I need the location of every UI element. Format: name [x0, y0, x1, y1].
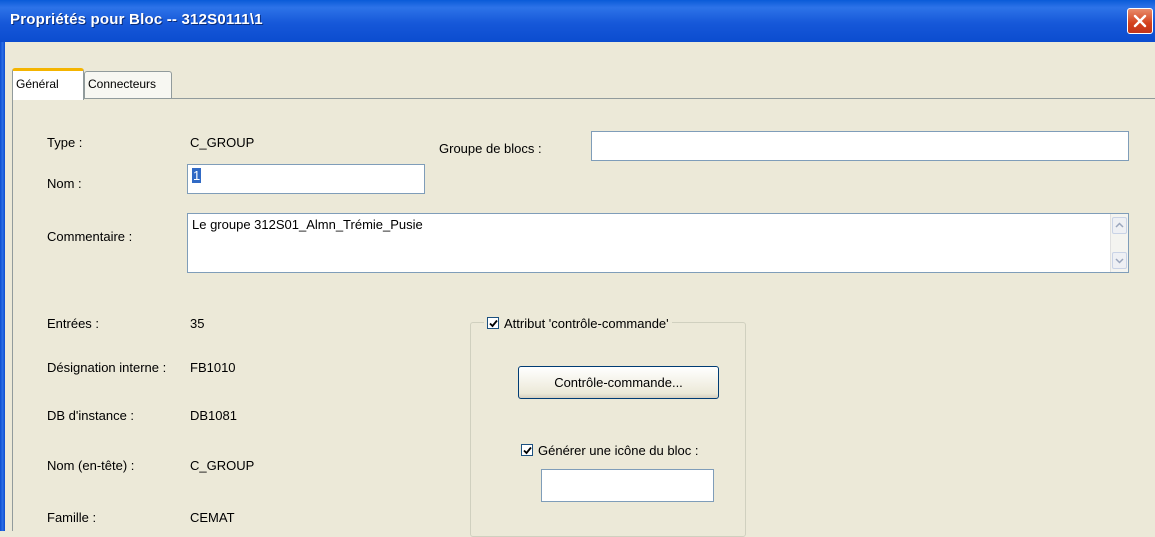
window-title: Propriétés pour Bloc -- 312S0111\1 [10, 11, 263, 28]
nom-entete-value: C_GROUP [190, 458, 255, 473]
icone-input[interactable] [541, 469, 714, 502]
tab-general[interactable]: Général [12, 68, 84, 100]
db-instance-label: DB d'instance : [47, 408, 135, 423]
db-instance-value: DB1081 [190, 408, 237, 423]
groupe-label: Groupe de blocs : [439, 141, 542, 156]
attribut-cc-checkbox-row[interactable]: Attribut 'contrôle-commande' [484, 314, 672, 332]
nom-input-value: 1 [192, 168, 202, 183]
checkmark-icon [523, 446, 532, 455]
famille-value: CEMAT [190, 510, 235, 525]
scroll-up-button[interactable] [1112, 217, 1127, 234]
title-bar[interactable]: Propriétés pour Bloc -- 312S0111\1 [0, 0, 1155, 42]
tab-general-label: Général [16, 77, 59, 91]
groupe-input[interactable] [591, 131, 1129, 161]
chevron-up-icon [1115, 222, 1124, 228]
close-icon [1133, 14, 1147, 28]
cc-groupbox [470, 322, 746, 537]
generer-icone-label: Générer une icône du bloc : [538, 442, 699, 458]
commentaire-label: Commentaire : [47, 229, 133, 244]
controle-commande-button-label: Contrôle-commande... [554, 375, 683, 390]
nom-label: Nom : [47, 176, 82, 191]
nom-input[interactable]: 1 [187, 164, 425, 194]
type-label: Type : [47, 135, 83, 150]
scroll-down-button[interactable] [1112, 252, 1127, 269]
entrees-label: Entrées : [47, 316, 100, 331]
controle-commande-button[interactable]: Contrôle-commande... [518, 366, 719, 399]
attribut-cc-label: Attribut 'contrôle-commande' [504, 315, 669, 331]
chevron-down-icon [1115, 258, 1124, 264]
commentaire-textarea[interactable]: Le groupe 312S01_Almn_Trémie_Pusie [187, 213, 1129, 273]
tab-connecteurs[interactable]: Connecteurs [84, 71, 172, 98]
generer-icone-checkbox-row[interactable]: Générer une icône du bloc : [518, 441, 702, 459]
tab-connecteurs-label: Connecteurs [88, 77, 157, 91]
generer-icone-checkbox[interactable] [521, 444, 533, 456]
designation-label: Désignation interne : [47, 360, 167, 375]
attribut-cc-checkbox[interactable] [487, 317, 499, 329]
window-left-border [0, 42, 5, 531]
nom-entete-label: Nom (en-tête) : [47, 458, 135, 473]
close-button[interactable] [1127, 8, 1153, 34]
checkmark-icon [489, 319, 498, 328]
famille-label: Famille : [47, 510, 97, 525]
designation-value: FB1010 [190, 360, 236, 375]
entrees-value: 35 [190, 316, 205, 331]
commentaire-value: Le groupe 312S01_Almn_Trémie_Pusie [192, 217, 423, 232]
commentaire-scrollbar[interactable] [1110, 214, 1128, 272]
type-value: C_GROUP [190, 135, 255, 150]
